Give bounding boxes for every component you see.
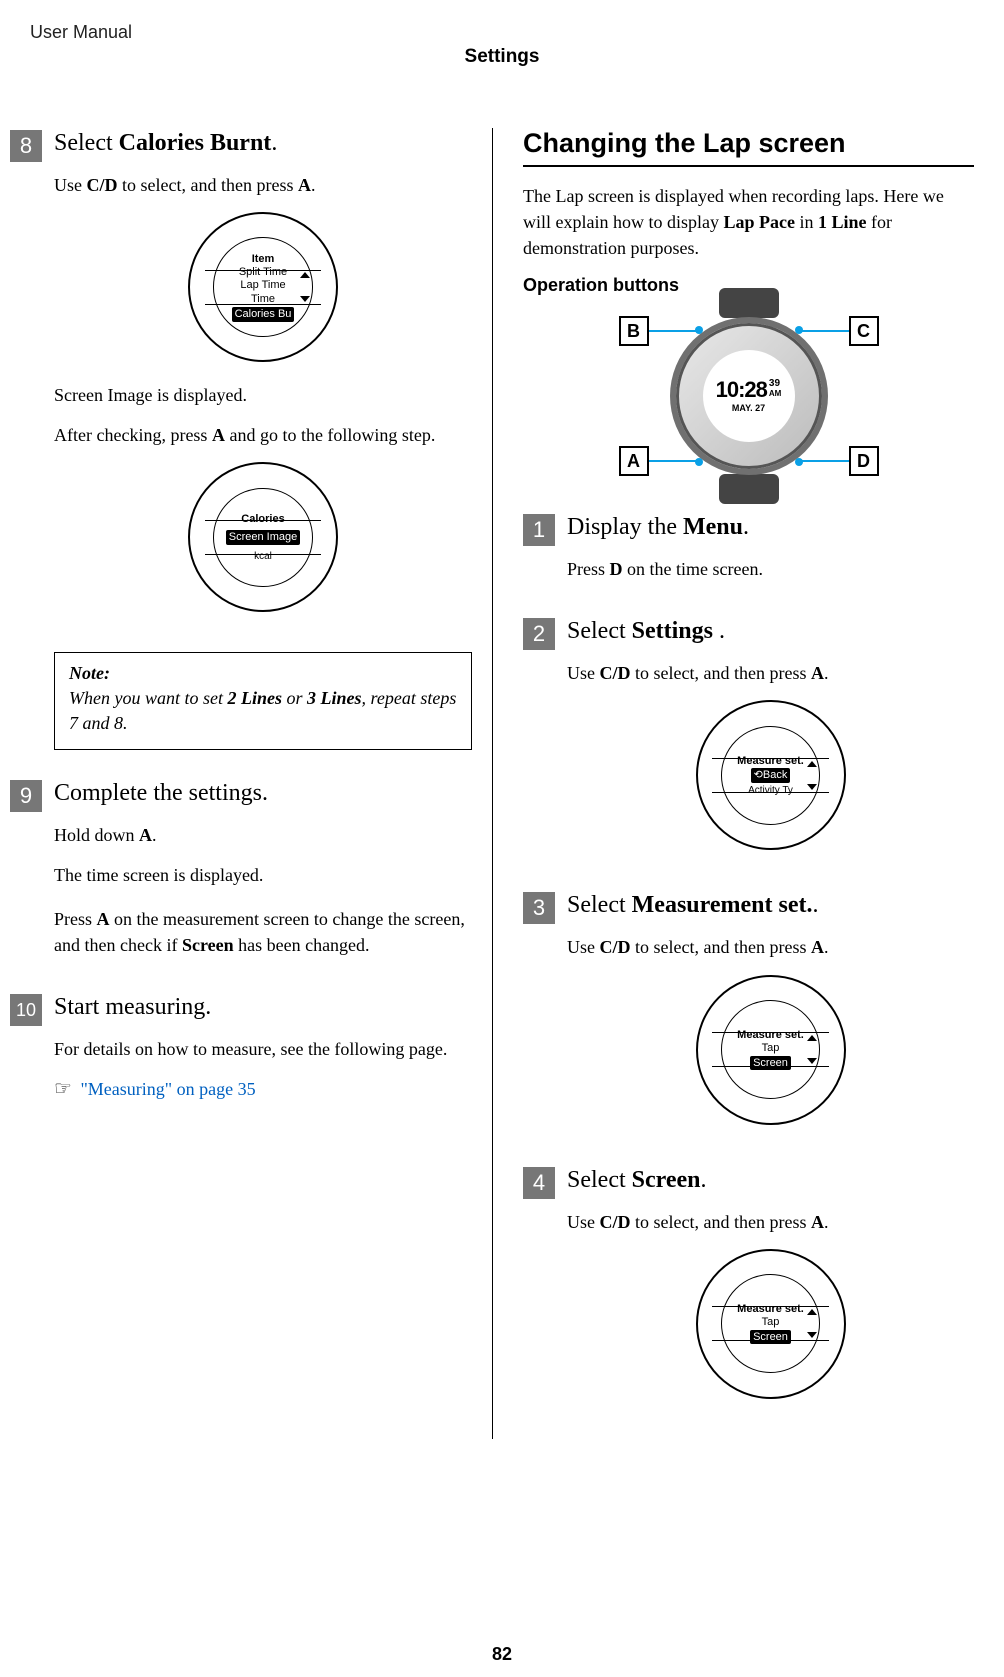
step-title: Complete the settings. <box>54 778 472 808</box>
step-title: Select Measurement set.. <box>567 890 974 920</box>
indicator-line <box>801 460 851 462</box>
step-number: 1 <box>523 514 555 546</box>
step-title: Select Settings . <box>567 616 974 646</box>
watch-screen-content: Calories Screen Image kcal <box>222 496 304 578</box>
indicator-dot <box>695 458 703 466</box>
step-text: Use C/D to select, and then press A. <box>567 660 974 686</box>
watch-screen-screen: Measure set. Tap Screen <box>567 1249 974 1399</box>
indicator-line <box>801 330 851 332</box>
section-heading: Changing the Lap screen <box>523 128 974 159</box>
watch-face-icon: 10:28 39 AM MAY. 27 <box>703 350 795 442</box>
step-body: Complete the settings. Hold down A. The … <box>54 778 472 972</box>
step-text: Use C/D to select, and then press A. <box>54 172 472 198</box>
step-text: Press D on the time screen. <box>567 556 974 582</box>
indicator-line <box>647 330 697 332</box>
step-body: Display the Menu. Press D on the time sc… <box>567 512 974 596</box>
left-column: 8 Select Calories Burnt. Use C/D to sele… <box>10 128 492 1439</box>
step-text: For details on how to measure, see the f… <box>54 1036 472 1062</box>
step-text: After checking, press A and go to the fo… <box>54 422 472 448</box>
watch-strap-icon <box>719 474 779 504</box>
step-title: Select Calories Burnt. <box>54 128 472 158</box>
step-number: 3 <box>523 892 555 924</box>
header: User Manual Settings <box>0 18 1004 58</box>
watch-screen-content: Item Split Time Lap Time Time Calories B… <box>222 246 304 328</box>
cross-reference-link[interactable]: "Measuring" on page 35 <box>80 1079 255 1099</box>
watch-face-icon: Item Split Time Lap Time Time Calories B… <box>188 212 338 362</box>
step-r1: 1 Display the Menu. Press D on the time … <box>523 512 974 596</box>
step-body: Select Settings . Use C/D to select, and… <box>567 616 974 870</box>
watch-screen-content: Measure set. Tap Screen <box>730 1283 812 1365</box>
indicator-dot <box>795 458 803 466</box>
watch-screen-item: Item Split Time Lap Time Time Calories B… <box>54 212 472 362</box>
step-r3: 3 Select Measurement set.. Use C/D to se… <box>523 890 974 1144</box>
step-text: Hold down A. <box>54 822 472 848</box>
note-body: When you want to set 2 Lines or 3 Lines,… <box>69 686 457 736</box>
step-number: 8 <box>10 130 42 162</box>
watch-date: MAY. 27 <box>732 403 765 413</box>
page-number: 82 <box>492 1644 512 1665</box>
right-column: Changing the Lap screen The Lap screen i… <box>492 128 974 1439</box>
watch-face-icon: Calories Screen Image kcal <box>188 462 338 612</box>
diagram-box: 10:28 39 AM MAY. 27 <box>559 306 939 486</box>
step-body: Select Calories Burnt. Use C/D to select… <box>54 128 472 632</box>
step-10: 10 Start measuring. For details on how t… <box>10 992 472 1101</box>
step-number: 2 <box>523 618 555 650</box>
watch-screen-calories: Calories Screen Image kcal <box>54 462 472 612</box>
indicator-line <box>647 460 697 462</box>
step-number: 4 <box>523 1167 555 1199</box>
pointer-icon: ☞ <box>54 1078 72 1100</box>
step-r4: 4 Select Screen. Use C/D to select, and … <box>523 1165 974 1419</box>
step-8: 8 Select Calories Burnt. Use C/D to sele… <box>10 128 472 632</box>
button-label-a: A <box>619 446 649 476</box>
step-r2: 2 Select Settings . Use C/D to select, a… <box>523 616 974 870</box>
document-page: User Manual Settings 8 Select Calories B… <box>0 0 1004 1677</box>
watch-seconds: 39 <box>769 379 781 389</box>
watch-ampm: AM <box>769 389 781 398</box>
button-label-c: C <box>849 316 879 346</box>
columns: 8 Select Calories Burnt. Use C/D to sele… <box>0 128 1004 1439</box>
divider <box>523 165 974 167</box>
watch-screen-measureset: Measure set. Tap Screen <box>567 975 974 1125</box>
step-body: Start measuring. For details on how to m… <box>54 992 472 1101</box>
indicator-dot <box>795 326 803 334</box>
watch-screen-content: Measure set. ⟲Back Activity Ty <box>730 735 812 817</box>
watch-face-icon: Measure set. Tap Screen <box>696 1249 846 1399</box>
step-number: 10 <box>10 994 42 1026</box>
watch-screen-content: Measure set. Tap Screen <box>730 1009 812 1091</box>
step-title: Start measuring. <box>54 992 472 1022</box>
watch-time: 10:28 <box>716 379 767 401</box>
step-text: Screen Image is displayed. <box>54 382 472 408</box>
step-body: Select Screen. Use C/D to select, and th… <box>567 1165 974 1419</box>
note-box: Note: When you want to set 2 Lines or 3 … <box>54 652 472 749</box>
step-number: 9 <box>10 780 42 812</box>
intro-paragraph: The Lap screen is displayed when recordi… <box>523 183 974 261</box>
watch-screen-settings: Measure set. ⟲Back Activity Ty <box>567 700 974 850</box>
indicator-dot <box>695 326 703 334</box>
step-text: The time screen is displayed. <box>54 862 472 888</box>
note-title: Note: <box>69 663 457 684</box>
header-left: User Manual <box>30 22 132 43</box>
step-9: 9 Complete the settings. Hold down A. Th… <box>10 778 472 972</box>
cross-reference: ☞ "Measuring" on page 35 <box>54 1076 472 1101</box>
watch-body-icon: 10:28 39 AM MAY. 27 <box>676 323 822 469</box>
step-title: Display the Menu. <box>567 512 974 542</box>
step-title: Select Screen. <box>567 1165 974 1195</box>
operation-buttons-diagram: 10:28 39 AM MAY. 27 <box>523 306 974 486</box>
watch-face-icon: Measure set. ⟲Back Activity Ty <box>696 700 846 850</box>
step-text: Use C/D to select, and then press A. <box>567 1209 974 1235</box>
header-section-title: Settings <box>465 46 540 68</box>
watch-face-icon: Measure set. Tap Screen <box>696 975 846 1125</box>
watch-strap-icon <box>719 288 779 318</box>
button-label-d: D <box>849 446 879 476</box>
step-text: Use C/D to select, and then press A. <box>567 934 974 960</box>
step-body: Select Measurement set.. Use C/D to sele… <box>567 890 974 1144</box>
button-label-b: B <box>619 316 649 346</box>
step-text: Press A on the measurement screen to cha… <box>54 906 472 958</box>
